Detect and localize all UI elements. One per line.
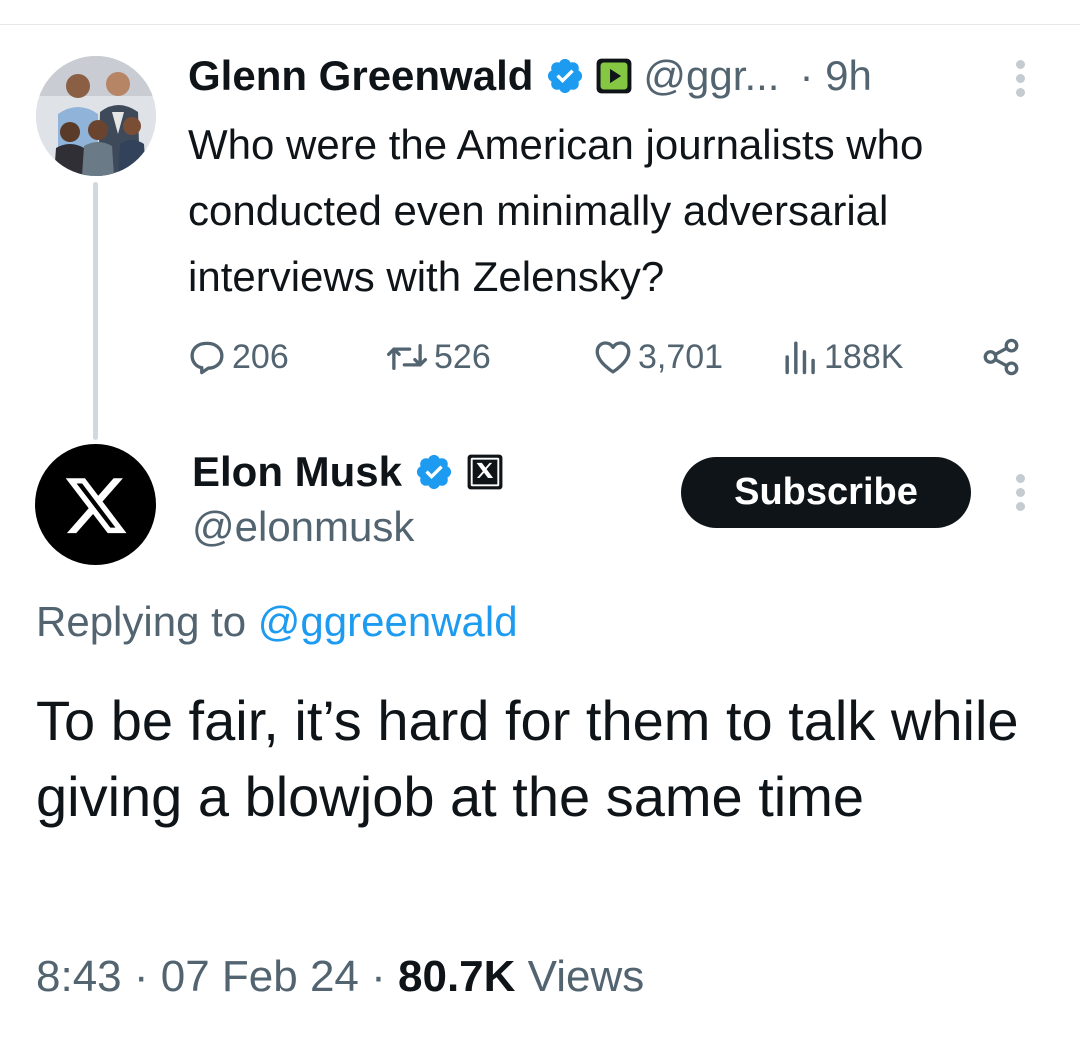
parent-author-name[interactable]: Glenn Greenwald bbox=[188, 52, 533, 100]
share-icon bbox=[983, 338, 1019, 376]
replying-to-handle-link[interactable]: @ggreenwald bbox=[258, 598, 518, 645]
glenn-greenwald-avatar[interactable] bbox=[36, 56, 156, 176]
reply-tweet-header: Elon Musk bbox=[192, 444, 504, 500]
views-count: 188K bbox=[824, 337, 904, 376]
tweet-meta-line: 8:43 · 07 Feb 24 · 80.7K Views bbox=[36, 952, 644, 1002]
reply-author-handle[interactable]: @elonmusk bbox=[192, 503, 414, 551]
x-logo-icon bbox=[65, 477, 126, 533]
parent-tweet-text: Who were the American journalists who co… bbox=[188, 121, 924, 300]
verified-badge-icon[interactable] bbox=[414, 452, 454, 492]
tweet-views-count: 80.7K bbox=[398, 952, 516, 1001]
top-divider bbox=[0, 24, 1080, 25]
parent-author-handle[interactable]: @ggr... bbox=[643, 52, 779, 100]
like-button[interactable]: 3,701 bbox=[592, 332, 723, 382]
reply-author-name[interactable]: Elon Musk bbox=[192, 448, 402, 496]
replying-to-line: Replying to @ggreenwald bbox=[36, 598, 518, 646]
more-options-icon[interactable] bbox=[1010, 474, 1030, 514]
parent-time-ago[interactable]: · 9h bbox=[799, 52, 871, 100]
views-button[interactable]: 188K bbox=[782, 332, 903, 382]
retweet-icon bbox=[386, 343, 428, 371]
parent-tweet-header: Glenn Greenwald @ggr... · 9h bbox=[188, 44, 872, 108]
reply-button[interactable]: 206 bbox=[186, 332, 289, 382]
more-options-icon[interactable] bbox=[1010, 60, 1030, 100]
tweet-views-label: Views bbox=[527, 952, 645, 1001]
elon-musk-avatar[interactable] bbox=[35, 444, 156, 565]
share-button[interactable] bbox=[980, 332, 1022, 382]
reply-icon bbox=[190, 341, 224, 375]
tweet-time[interactable]: 8:43 bbox=[36, 952, 122, 1001]
reply-tweet-text: To be fair, it’s hard for them to talk w… bbox=[36, 689, 1019, 828]
replying-to-label: Replying to bbox=[36, 598, 247, 645]
rumble-icon[interactable] bbox=[595, 57, 633, 95]
retweet-button[interactable]: 526 bbox=[384, 332, 491, 382]
tweet-date[interactable]: · 07 Feb 24 · bbox=[134, 952, 386, 1001]
reply-count: 206 bbox=[232, 337, 289, 376]
verified-badge-icon[interactable] bbox=[545, 56, 585, 96]
retweet-count: 526 bbox=[434, 337, 491, 376]
thread-connector-line bbox=[93, 182, 98, 440]
like-icon bbox=[595, 341, 631, 374]
subscribe-button[interactable]: Subscribe bbox=[681, 457, 971, 528]
x-affiliate-badge-icon[interactable] bbox=[466, 453, 504, 491]
like-count: 3,701 bbox=[638, 337, 724, 376]
parent-tweet-actions: 206 526 3,701 188K bbox=[186, 332, 1026, 382]
avatar-photo bbox=[36, 56, 156, 176]
views-icon bbox=[785, 341, 815, 375]
